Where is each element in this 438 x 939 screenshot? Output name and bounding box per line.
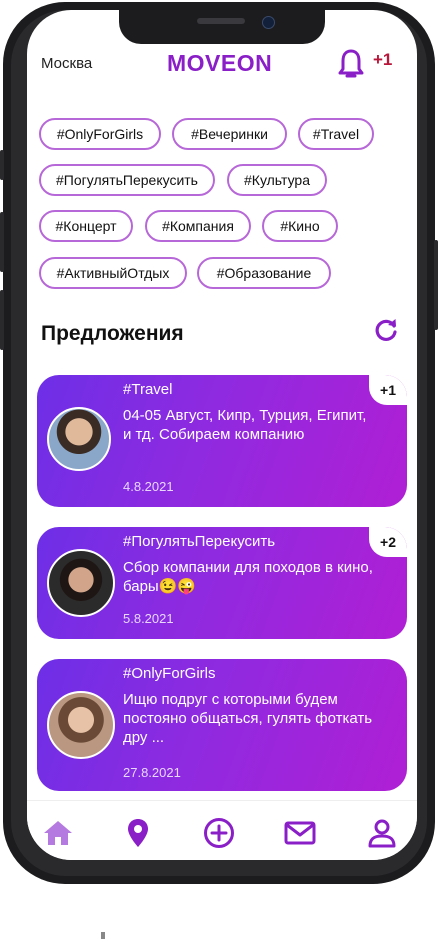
- avatar: [47, 549, 115, 617]
- home-icon[interactable]: [41, 816, 75, 850]
- tag-chip[interactable]: #Компания: [145, 210, 251, 242]
- avatar: [47, 407, 111, 471]
- offer-date: 27.8.2021: [123, 765, 181, 780]
- notch: [119, 10, 325, 44]
- tag-chip[interactable]: #Образование: [197, 257, 331, 289]
- offer-card[interactable]: #Travel 04-05 Август, Кипр, Турция, Егип…: [37, 375, 407, 507]
- side-button: [434, 240, 438, 330]
- tag-chip[interactable]: #Культура: [227, 164, 327, 196]
- app-logo: MOVEON: [167, 50, 273, 76]
- tag-chip[interactable]: #ПогулятьПерекусить: [39, 164, 215, 196]
- side-button: [0, 212, 4, 272]
- app-screen: Москва MOVEON +1 #OnlyForGirls #Вечеринк…: [27, 10, 417, 860]
- city-selector[interactable]: Москва: [41, 55, 92, 72]
- offer-text: Сбор компании для походов в кино, бары😉😜: [123, 559, 373, 595]
- mail-icon[interactable]: [283, 816, 317, 850]
- camera: [262, 16, 275, 29]
- offer-tag: #OnlyForGirls: [123, 665, 216, 682]
- bottom-tab-bar: [27, 800, 417, 860]
- tag-chip[interactable]: #Travel: [298, 118, 374, 150]
- offer-date: 5.8.2021: [123, 611, 174, 626]
- location-icon[interactable]: [121, 816, 155, 850]
- tag-chip[interactable]: #OnlyForGirls: [39, 118, 161, 150]
- profile-icon[interactable]: [365, 816, 399, 850]
- offer-date: 4.8.2021: [123, 479, 174, 494]
- refresh-icon[interactable]: [373, 317, 399, 343]
- page-mark: [101, 932, 105, 939]
- notification-count: +1: [373, 50, 393, 69]
- offer-text: 04-05 Август, Кипр, Турция, Египит, и тд…: [123, 407, 367, 443]
- offer-badge: +1: [369, 375, 407, 405]
- tag-chip[interactable]: #Вечеринки: [172, 118, 287, 150]
- section-title: Предложения: [41, 322, 184, 345]
- offer-tag: #ПогулятьПерекусить: [123, 533, 276, 550]
- add-icon[interactable]: [202, 816, 236, 850]
- tag-chip[interactable]: #АктивныйОтдых: [39, 257, 187, 289]
- offer-card[interactable]: #ПогулятьПерекусить Сбор компании для по…: [37, 527, 407, 639]
- offer-badge: +2: [369, 527, 407, 557]
- tag-chip[interactable]: #Кино: [262, 210, 338, 242]
- offer-card[interactable]: #OnlyForGirls Ищю подруг с которыми буде…: [37, 659, 407, 791]
- offer-tag: #Travel: [123, 381, 173, 398]
- side-button: [0, 290, 4, 350]
- offer-text: Ищю подруг с которыми будем постояно общ…: [123, 691, 373, 746]
- side-button: [0, 150, 4, 180]
- tag-chip[interactable]: #Концерт: [39, 210, 133, 242]
- avatar: [47, 691, 115, 759]
- speaker: [197, 18, 245, 24]
- bell-icon[interactable]: [337, 48, 365, 80]
